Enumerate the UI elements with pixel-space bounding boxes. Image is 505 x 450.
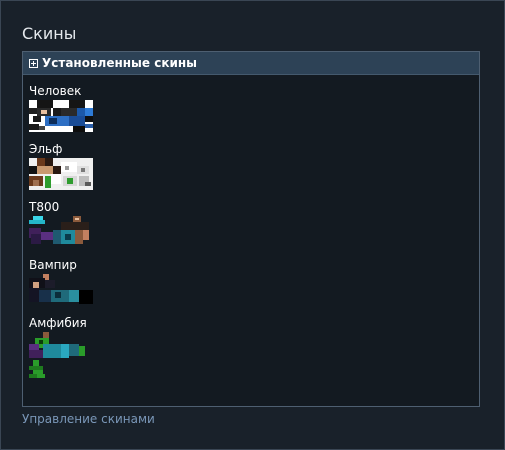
skin-pixel — [51, 174, 61, 184]
skin-name: Амфибия — [29, 316, 87, 330]
skin-pixel — [29, 374, 37, 378]
skin-thumbnail[interactable] — [29, 100, 93, 132]
skin-pixel — [69, 100, 85, 108]
skin-pixel — [53, 166, 61, 174]
skin-pixel — [75, 230, 83, 244]
skin-pixel — [41, 110, 47, 114]
skin-pixel — [45, 158, 53, 166]
skin-item[interactable]: Человек — [29, 84, 93, 132]
skin-pixel — [29, 108, 37, 114]
skin-pixel — [61, 108, 77, 116]
skin-pixel — [53, 230, 61, 244]
skin-pixel — [53, 108, 61, 116]
skin-item[interactable]: Эльф — [29, 142, 93, 190]
skin-pixel — [69, 290, 79, 302]
skin-pixel — [45, 280, 55, 288]
skin-pixel — [29, 166, 37, 174]
skin-pixel — [75, 218, 79, 220]
skin-pixel — [37, 166, 53, 174]
skin-name: Вампир — [29, 258, 77, 272]
plus-box-icon[interactable] — [29, 58, 38, 68]
skin-item[interactable]: T800 — [29, 200, 93, 248]
skin-pixel — [55, 292, 61, 298]
skins-window: Скины Установленные скины Человек Эльф T… — [0, 0, 505, 450]
skin-name: T800 — [29, 200, 60, 214]
skin-thumbnail[interactable] — [29, 216, 93, 248]
skin-pixel — [29, 124, 39, 130]
skin-item[interactable]: Амфибия — [29, 316, 93, 388]
skin-pixel — [29, 220, 45, 224]
skin-pixel — [77, 108, 85, 116]
skin-pixel — [65, 234, 71, 240]
skin-pixel — [69, 344, 79, 356]
skin-pixel — [85, 124, 93, 128]
skin-pixel — [39, 290, 51, 302]
installed-skins-title: Установленные скины — [42, 56, 198, 70]
skin-pixel — [33, 116, 41, 122]
installed-skins-panel: Установленные скины Человек Эльф T800 Ва… — [22, 51, 480, 407]
skin-pixel — [37, 374, 45, 378]
skin-pixel — [33, 180, 39, 186]
skin-pixel — [29, 288, 39, 302]
skin-pixel — [43, 344, 61, 358]
manage-skins-link[interactable]: Управление скинами — [22, 412, 155, 426]
skin-pixel — [61, 222, 89, 230]
skin-pixel — [83, 230, 89, 240]
skin-pixel — [61, 162, 77, 172]
skin-pixel — [65, 166, 69, 170]
skin-pixel — [49, 118, 57, 124]
skin-pixel — [41, 232, 53, 240]
skin-pixel — [85, 182, 91, 186]
skin-pixel — [67, 178, 73, 184]
skin-pixel — [85, 116, 93, 122]
skin-pixel — [29, 350, 43, 358]
skin-thumbnail[interactable] — [29, 158, 93, 190]
skin-item[interactable]: Вампир — [29, 258, 93, 306]
skin-pixel — [79, 346, 85, 356]
skin-name: Человек — [29, 84, 82, 98]
skin-pixel — [39, 126, 45, 130]
skin-name: Эльф — [29, 142, 63, 156]
skin-pixel — [85, 108, 93, 116]
skin-thumbnail[interactable] — [29, 332, 93, 388]
skin-pixel — [31, 234, 41, 244]
skin-pixel — [37, 100, 53, 108]
skin-pixel — [79, 290, 93, 304]
skin-pixel — [81, 168, 85, 172]
installed-skins-header[interactable]: Установленные скины — [23, 52, 479, 75]
page-title: Скины — [22, 24, 77, 43]
skin-pixel — [61, 344, 69, 358]
skin-pixel — [37, 158, 45, 166]
skin-pixel — [69, 116, 85, 126]
skin-pixel — [73, 126, 85, 132]
skin-thumbnail[interactable] — [29, 274, 93, 306]
